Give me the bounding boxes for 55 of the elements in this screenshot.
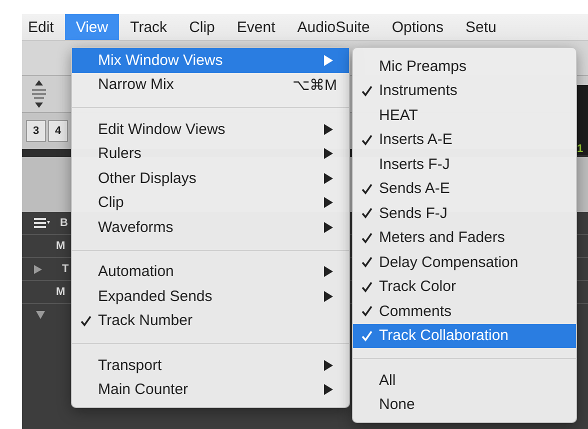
submenu-arrow-icon [324, 360, 333, 371]
expand-triangle-icon[interactable] [34, 264, 42, 274]
menu-item[interactable]: None [353, 392, 576, 417]
menu-item[interactable]: Transport [72, 353, 349, 378]
menu-bar-item[interactable]: Options [380, 14, 455, 40]
submenu-arrow-icon [324, 172, 333, 184]
submenu-arrow-icon [324, 124, 333, 135]
submenu-arrow-icon [324, 222, 333, 233]
menu-bar-item[interactable]: Event [226, 14, 286, 40]
track-number-button[interactable]: 3 [26, 120, 46, 142]
menu-item[interactable]: Sends A-E [353, 176, 576, 201]
menu-item[interactable]: Inserts A-E [353, 128, 576, 152]
menu-item[interactable]: Sends F-J [353, 201, 576, 226]
menu-item[interactable]: Instruments [353, 78, 576, 103]
menu-item[interactable]: HEAT [353, 103, 576, 128]
track-name: M [56, 286, 66, 298]
submenu-arrow-icon [324, 266, 333, 278]
menu-item[interactable]: Rulers [72, 142, 349, 166]
menu-item[interactable]: Clip [72, 190, 349, 215]
fader-icon [30, 80, 48, 108]
menu-item[interactable]: Comments [353, 299, 576, 324]
menu-bar-item[interactable]: AudioSuite [286, 14, 381, 40]
menu-item[interactable]: Narrow Mix ⌥⌘M [72, 72, 349, 97]
menu-item[interactable]: Track Collaboration [353, 324, 576, 348]
menu-item[interactable]: Waveforms [72, 215, 349, 240]
track-number-button[interactable]: 4 [48, 120, 68, 142]
menu-item[interactable]: All [353, 368, 576, 392]
submenu-arrow-icon [324, 54, 333, 66]
menu-item[interactable]: Other Displays [72, 166, 349, 190]
submenu-arrow-icon [324, 148, 333, 160]
submenu-arrow-icon [324, 290, 333, 302]
menu-bar-item[interactable]: Edit [22, 14, 65, 40]
menu-bar-item[interactable]: Setu [454, 14, 508, 40]
shortcut-label: ⌥⌘M [292, 76, 337, 94]
list-icon [34, 218, 50, 228]
menu-item[interactable]: Main Counter [72, 378, 349, 402]
submenu-arrow-icon [324, 384, 333, 396]
menu-item[interactable]: Inserts F-J [353, 152, 576, 176]
menu-bar-item[interactable]: Track [119, 14, 178, 40]
menu-item[interactable]: Track Number [72, 308, 349, 333]
submenu-arrow-icon [324, 197, 333, 208]
track-name: M [56, 240, 66, 252]
menu-item[interactable]: Track Color [353, 274, 576, 299]
menu-item[interactable]: Expanded Sends [72, 284, 349, 308]
menu-item[interactable]: Mic Preamps [353, 54, 576, 78]
menu-item[interactable]: Automation [72, 260, 349, 284]
menu-bar-item[interactable]: Clip [178, 14, 226, 40]
menu-item[interactable]: Meters and Faders [353, 226, 576, 250]
meter-label: 1 [577, 143, 584, 155]
track-name: B [60, 217, 68, 229]
menu-item[interactable]: Mix Window Views [72, 48, 349, 72]
menu-item[interactable]: Edit Window Views [72, 117, 349, 142]
menu-item[interactable]: Delay Compensation [353, 250, 576, 274]
track-name: T [62, 263, 69, 275]
collapse-triangle-icon[interactable] [36, 311, 45, 319]
